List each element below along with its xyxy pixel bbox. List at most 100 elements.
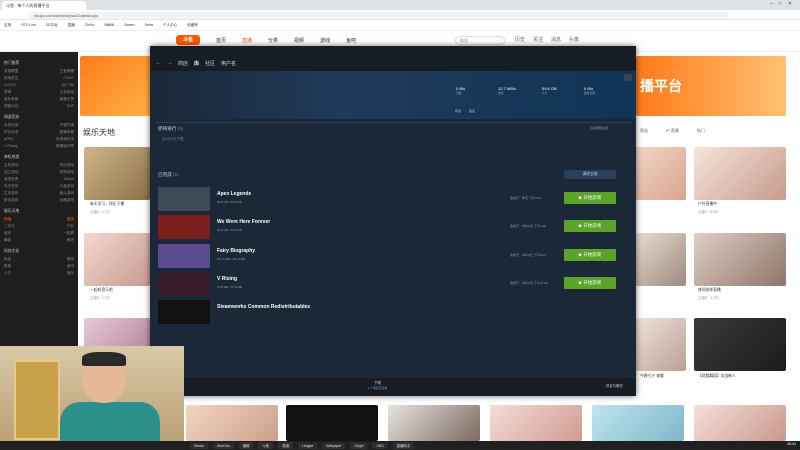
sidebar-item[interactable]: 王者荣耀 bbox=[60, 69, 74, 74]
friends-chat-button[interactable]: 好友与聊天 bbox=[606, 383, 623, 388]
sidebar-item[interactable]: DOTA2 bbox=[4, 83, 16, 88]
taskbar-app[interactable]: 直播助手 bbox=[392, 442, 415, 449]
sidebar-item[interactable]: 穿越火线 bbox=[4, 104, 18, 109]
card-title[interactable]: 户外直播中 bbox=[698, 202, 717, 207]
sidebar-item[interactable]: 一起看 bbox=[63, 231, 74, 236]
sidebar-item[interactable]: 生存游戏 bbox=[4, 191, 18, 196]
stream-thumb[interactable] bbox=[388, 405, 480, 441]
sidebar-item[interactable]: 怀旧游戏 bbox=[60, 163, 74, 168]
play-button[interactable]: ▶ 开始游戏 bbox=[564, 277, 616, 289]
bookmark-item[interactable]: Seria bbox=[144, 23, 152, 27]
sidebar-item[interactable]: 户外 bbox=[67, 224, 74, 229]
sidebar-item[interactable]: 星秀 bbox=[67, 217, 74, 222]
game-thumbnail[interactable] bbox=[158, 300, 210, 324]
taskbar-app[interactable]: OBS bbox=[372, 442, 388, 449]
sidebar-item[interactable]: 我的世界 bbox=[4, 177, 18, 182]
sidebar-item[interactable]: APEX bbox=[4, 137, 14, 142]
site-logo[interactable]: 斗鱼 bbox=[176, 35, 200, 45]
sidebar-item[interactable]: 科技 bbox=[4, 257, 11, 262]
game-name[interactable]: We Were Here Forever bbox=[217, 219, 270, 225]
promo-banner-left[interactable] bbox=[80, 56, 152, 116]
sidebar-item[interactable]: 守望先锋 bbox=[60, 123, 74, 128]
sidebar-item[interactable]: 二次元 bbox=[4, 224, 15, 229]
stream-thumb[interactable] bbox=[84, 233, 150, 286]
stream-thumb[interactable] bbox=[636, 233, 686, 286]
site-nav-item[interactable]: 游戏 bbox=[320, 37, 330, 44]
game-thumbnail[interactable] bbox=[158, 244, 210, 268]
taskbar-app[interactable]: GiraGira bbox=[212, 442, 234, 449]
site-nav-item[interactable]: 直播 bbox=[242, 37, 252, 44]
game-thumbnail[interactable] bbox=[158, 215, 210, 239]
game-name[interactable]: Fairy Biography bbox=[217, 248, 255, 254]
play-button[interactable]: ▶ 开始游戏 bbox=[564, 192, 616, 204]
bookmark-item[interactable]: 收藏夹 bbox=[187, 23, 198, 27]
stream-thumb[interactable] bbox=[636, 318, 686, 371]
sidebar-item[interactable]: 主机游戏 bbox=[60, 90, 74, 95]
sidebar-item[interactable]: 绝地求生 bbox=[4, 76, 18, 81]
bookmark-item[interactable]: 3D平台 bbox=[46, 23, 58, 27]
sidebar-item[interactable]: 英雄联盟 bbox=[4, 69, 18, 74]
taskbar-app[interactable]: League bbox=[297, 442, 318, 449]
steam-nav-profile[interactable]: 用户名 bbox=[221, 60, 236, 67]
clear-all-button[interactable]: 清除全部 bbox=[564, 170, 616, 179]
game-name[interactable]: Steamworks Common Redistributables bbox=[217, 304, 310, 310]
site-nav-item[interactable]: 鱼吧 bbox=[346, 37, 356, 44]
section-tool[interactable]: IP 直播 bbox=[666, 128, 679, 134]
sidebar-item[interactable]: 天天吃鸡 bbox=[4, 184, 18, 189]
header-icon-1[interactable]: 关注 bbox=[533, 36, 543, 43]
sidebar-item[interactable]: 逃离塔科夫 bbox=[56, 137, 74, 142]
sidebar-item[interactable]: 娱乐 bbox=[67, 271, 74, 276]
sidebar-item[interactable]: 读书 bbox=[67, 264, 74, 269]
card-title[interactable]: 一起听音乐吧 bbox=[90, 288, 113, 293]
bookmark-item[interactable]: 应用 bbox=[4, 23, 11, 27]
game-thumbnail[interactable] bbox=[158, 272, 210, 296]
taskbar-app[interactable]: 斗鱼 bbox=[258, 442, 274, 449]
sidebar-item[interactable]: V Rising bbox=[4, 144, 17, 149]
sidebar-item[interactable]: 主机游戏 bbox=[4, 163, 18, 168]
stream-thumb[interactable] bbox=[694, 318, 786, 371]
card-title[interactable]: 每天学习，快乐下播 bbox=[90, 202, 124, 207]
sidebar-item[interactable]: 格斗游戏 bbox=[60, 191, 74, 196]
stream-thumb[interactable] bbox=[286, 405, 378, 441]
stream-thumb[interactable] bbox=[694, 405, 786, 441]
sidebar-item[interactable]: 教育 bbox=[4, 264, 11, 269]
bookmark-item[interactable]: ZhiHu bbox=[85, 23, 95, 27]
sidebar-item[interactable]: 炉石传说 bbox=[4, 130, 18, 135]
taskbar-app[interactable]: Origin bbox=[350, 442, 368, 449]
steam-titlebar[interactable] bbox=[150, 46, 636, 55]
window-controls[interactable]: –□✕ bbox=[770, 1, 798, 7]
browser-tab[interactable]: 斗鱼 - 每个人的直播平台 bbox=[2, 1, 86, 10]
sidebar-item[interactable]: 原神 bbox=[4, 90, 11, 95]
sidebar-item[interactable]: 魔兽争霸 bbox=[60, 130, 74, 135]
steam-nav-store[interactable]: 商店 bbox=[178, 60, 188, 67]
taskbar-app[interactable]: Steam bbox=[190, 442, 208, 449]
section-tool[interactable]: 筛选 bbox=[640, 128, 648, 134]
stream-thumb[interactable] bbox=[694, 147, 786, 200]
sidebar-item[interactable]: 人文 bbox=[4, 271, 11, 276]
header-icon-2[interactable]: 消息 bbox=[551, 36, 561, 43]
stream-thumb[interactable] bbox=[84, 318, 150, 348]
stream-thumb[interactable] bbox=[490, 405, 582, 441]
bookmark-item[interactable]: RTX Live bbox=[21, 23, 36, 27]
sidebar-item[interactable]: 射击游戏 bbox=[4, 198, 18, 203]
sidebar-item[interactable]: 数码 bbox=[67, 257, 74, 262]
sidebar-item[interactable]: 音乐 bbox=[4, 231, 11, 236]
stream-thumb[interactable] bbox=[636, 147, 686, 200]
url-field[interactable]: douyu.com/directory/subCate/douyu bbox=[28, 12, 728, 19]
back-arrow-icon[interactable]: ← bbox=[156, 60, 161, 66]
stream-thumb[interactable] bbox=[186, 405, 278, 441]
game-name[interactable]: V Rising bbox=[217, 276, 237, 282]
section-tool[interactable]: 热门 bbox=[697, 128, 705, 134]
sidebar-item[interactable]: 永劫无间 bbox=[4, 123, 18, 128]
card-title[interactable]: 今晚七夕 来聊 bbox=[640, 374, 664, 379]
sidebar-item[interactable]: 战略游戏 bbox=[60, 198, 74, 203]
sidebar-item[interactable]: QQ飞车 bbox=[61, 83, 74, 88]
play-button[interactable]: ▶ 开始游戏 bbox=[564, 220, 616, 232]
settings-gear-icon[interactable] bbox=[624, 74, 632, 81]
taskbar-app[interactable]: 编辑 bbox=[238, 442, 254, 449]
forward-arrow-icon[interactable]: → bbox=[167, 60, 172, 66]
header-icon-0[interactable]: 历史 bbox=[515, 36, 525, 43]
taskbar-app[interactable]: Wallpaper bbox=[322, 442, 346, 449]
sidebar-item[interactable]: 星际争霸 bbox=[4, 97, 18, 102]
play-button[interactable]: ▶ 开始游戏 bbox=[564, 249, 616, 261]
